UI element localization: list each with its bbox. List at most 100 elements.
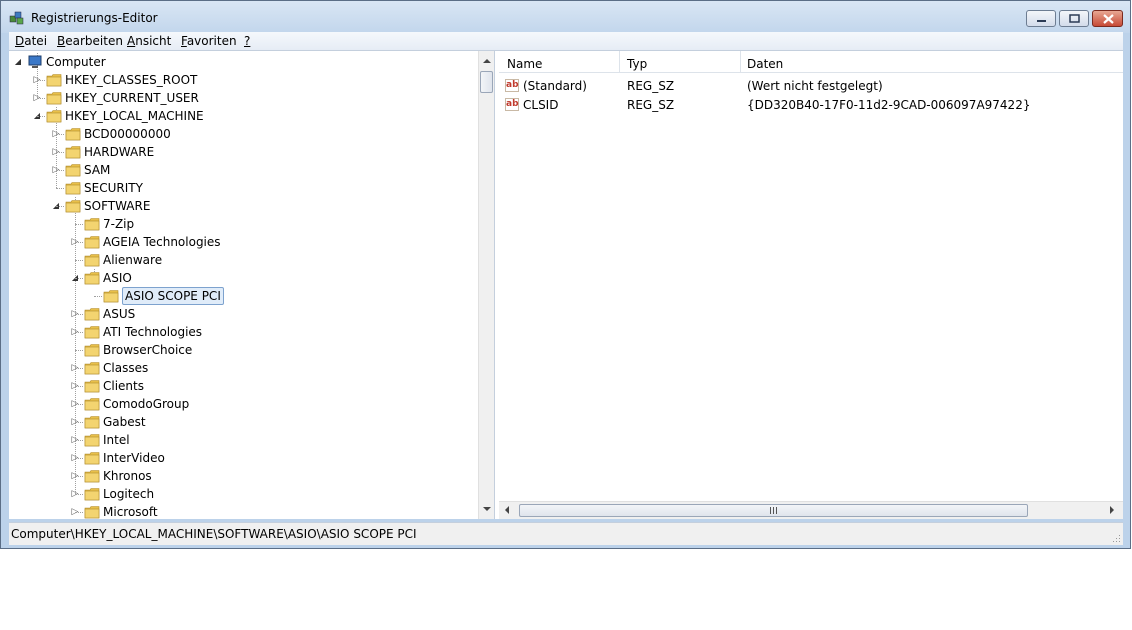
tree-node-7-zip[interactable]: 7-Zip [9, 215, 478, 233]
tree-connector [75, 512, 83, 514]
tree-node-asio[interactable]: ◢ ASIO [9, 269, 478, 287]
tree-connector [56, 206, 64, 208]
main-area: ◢ Computer ▷ HKEY_CLASSES_ROOT ▷ HKEY_CURRENT… [9, 51, 1123, 519]
scroll-up-icon[interactable] [479, 53, 495, 69]
column-header-data[interactable]: Daten [741, 51, 1123, 73]
column-header-type[interactable]: Typ [620, 51, 740, 73]
resize-grip-icon[interactable] [1111, 533, 1121, 543]
collapse-arrow-icon[interactable]: ◢ [13, 53, 23, 71]
value-data: (Wert nicht festgelegt) [747, 79, 883, 93]
menu-bar: Datei Bearbeiten Ansicht Favoriten ? [9, 32, 1123, 51]
tree-node-label: ComodoGroup [103, 397, 190, 411]
close-icon [1103, 14, 1114, 24]
tree-node-software[interactable]: ◢ SOFTWARE [9, 197, 478, 215]
window-title: Registrierungs-Editor [31, 11, 158, 25]
folder-icon [84, 416, 100, 429]
status-path: Computer\HKEY_LOCAL_MACHINE\SOFTWARE\ASI… [11, 527, 417, 541]
tree-node-logitech[interactable]: ▷ Logitech [9, 485, 478, 503]
tree-vertical-scrollbar[interactable] [478, 51, 495, 519]
tree-node-khronos[interactable]: ▷ Khronos [9, 467, 478, 485]
folder-icon [84, 452, 100, 465]
menu-help[interactable]: ? [244, 34, 250, 48]
value-row[interactable]: ab CLSID REG_SZ {DD320B40-17F0-11d2-9CAD… [499, 96, 1123, 114]
menu-favoriten[interactable]: Favoriten [181, 34, 237, 48]
menu-datei[interactable]: Datei [15, 34, 47, 48]
scroll-left-icon[interactable] [503, 505, 513, 515]
tree-connector [75, 476, 83, 478]
tree-scroll-thumb[interactable] [480, 71, 493, 93]
maximize-button[interactable] [1059, 10, 1089, 27]
expand-arrow-icon[interactable]: ▷ [70, 503, 80, 519]
values-horizontal-scrollbar[interactable] [499, 501, 1123, 519]
tree-node-microsoft[interactable]: ▷ Microsoft [9, 503, 478, 519]
tree-node-security[interactable]: SECURITY [9, 179, 478, 197]
tree-node-classes[interactable]: ▷ Classes [9, 359, 478, 377]
values-scroll-thumb[interactable] [519, 504, 1028, 517]
tree-node-sam[interactable]: ▷ SAM [9, 161, 478, 179]
tree-node-label: SECURITY [84, 181, 143, 195]
tree-connector [37, 116, 45, 118]
tree-node-label: HKEY_CLASSES_ROOT [65, 73, 198, 87]
folder-icon [84, 362, 100, 375]
tree-node-bcd[interactable]: ▷ BCD00000000 [9, 125, 478, 143]
tree-node-hardware[interactable]: ▷ HARDWARE [9, 143, 478, 161]
minimize-button[interactable] [1026, 10, 1056, 27]
title-bar[interactable]: Registrierungs-Editor [1, 1, 1130, 33]
tree-node-hkey-local-machine[interactable]: ◢ HKEY_LOCAL_MACHINE [9, 107, 478, 125]
tree-node-label: Gabest [103, 415, 146, 429]
value-row[interactable]: ab (Standard) REG_SZ (Wert nicht festgel… [499, 77, 1123, 95]
scroll-down-icon[interactable] [479, 501, 495, 517]
folder-icon [46, 110, 62, 123]
tree-connector [75, 422, 83, 424]
tree-node-hkey-current-user[interactable]: ▷ HKEY_CURRENT_USER [9, 89, 478, 107]
close-button[interactable] [1092, 10, 1123, 27]
tree-connector [56, 188, 64, 190]
folder-icon [84, 344, 100, 357]
tree-node-ageia[interactable]: ▷ AGEIA Technologies [9, 233, 478, 251]
tree-node-label: SOFTWARE [84, 199, 151, 213]
folder-icon [65, 164, 81, 177]
tree-node-hkey-classes-root[interactable]: ▷ HKEY_CLASSES_ROOT [9, 71, 478, 89]
folder-icon [84, 218, 100, 231]
tree-connector [56, 170, 64, 172]
tree-node-intervideo[interactable]: ▷ InterVideo [9, 449, 478, 467]
value-type: REG_SZ [627, 79, 675, 93]
folder-icon [84, 470, 100, 483]
tree-node-computer[interactable]: ◢ Computer [9, 53, 478, 71]
tree-node-alienware[interactable]: Alienware [9, 251, 478, 269]
menu-datei-label: atei [24, 34, 48, 48]
folder-icon [84, 488, 100, 501]
tree-node-label: ASUS [103, 307, 136, 321]
tree-node-label: InterVideo [103, 451, 165, 465]
tree-node-label: HARDWARE [84, 145, 155, 159]
tree-node-browserchoice[interactable]: BrowserChoice [9, 341, 478, 359]
folder-icon [84, 380, 100, 393]
scroll-right-icon[interactable] [1107, 505, 1117, 515]
registry-editor-icon [9, 11, 24, 25]
tree-node-asio-scope-pci[interactable]: ASIO SCOPE PCI [9, 287, 478, 305]
restore-icon [1069, 14, 1080, 23]
folder-icon [65, 146, 81, 159]
menu-favoriten-label: avoriten [186, 34, 237, 48]
tree-node-label: Classes [103, 361, 149, 375]
tree-node-comodogroup[interactable]: ▷ ComodoGroup [9, 395, 478, 413]
string-value-icon: ab [505, 79, 519, 92]
menu-help-accel: ? [244, 34, 251, 48]
tree-node-label: HKEY_CURRENT_USER [65, 91, 199, 105]
menu-bearbeiten[interactable]: Bearbeiten [57, 34, 123, 48]
folder-icon [84, 254, 100, 267]
menu-ansicht[interactable]: Ansicht [127, 34, 171, 48]
tree-connector [75, 458, 83, 460]
tree-node-gabest[interactable]: ▷ Gabest [9, 413, 478, 431]
tree-node-ati[interactable]: ▷ ATI Technologies [9, 323, 478, 341]
folder-icon [84, 308, 100, 321]
values-list[interactable]: Name Typ Daten ab (Standard) REG_SZ (Wer… [499, 51, 1123, 519]
tree-node-label: Intel [103, 433, 130, 447]
tree-node-clients[interactable]: ▷ Clients [9, 377, 478, 395]
tree-node-intel[interactable]: ▷ Intel [9, 431, 478, 449]
column-header-name[interactable]: Name [499, 51, 619, 73]
menu-ansicht-accel: A [127, 34, 136, 48]
value-name: (Standard) [523, 79, 587, 93]
tree-node-asus[interactable]: ▷ ASUS [9, 305, 478, 323]
key-tree[interactable]: ◢ Computer ▷ HKEY_CLASSES_ROOT ▷ HKEY_CURRENT… [9, 51, 495, 519]
